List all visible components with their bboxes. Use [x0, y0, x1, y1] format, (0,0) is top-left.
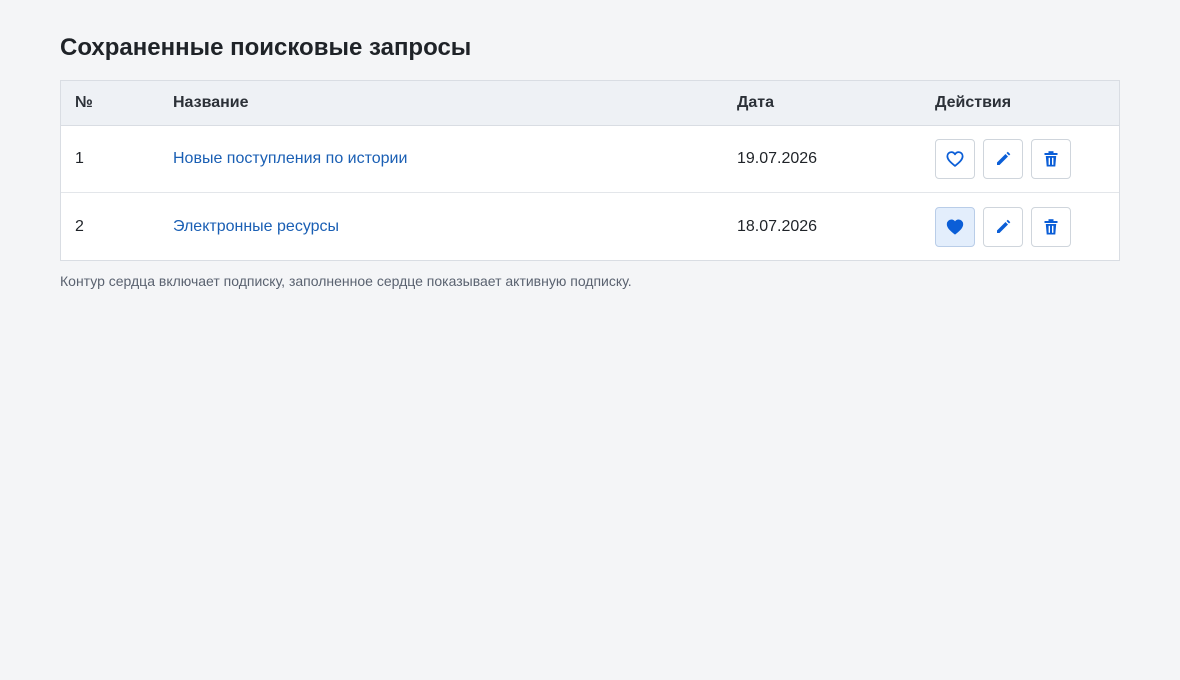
delete-button[interactable] — [1031, 206, 1071, 247]
table-row: 2 Электронные ресурсы 18.07.2026 — [61, 193, 1119, 260]
unsubscribe-button[interactable] — [935, 206, 975, 247]
edit-button[interactable] — [983, 206, 1023, 247]
saved-searches-page: Сохраненные поисковые запросы № Название… — [60, 32, 1120, 289]
heart-outline-icon — [946, 151, 964, 167]
trash-icon — [1044, 218, 1058, 234]
saved-search-link[interactable]: Электронные ресурсы — [173, 218, 339, 235]
trash-icon — [1044, 151, 1058, 167]
pencil-icon — [997, 151, 1011, 165]
heart-filled-icon — [946, 219, 964, 234]
row-date: 18.07.2026 — [737, 217, 818, 235]
pencil-icon — [997, 219, 1011, 233]
table-header: № Название Дата Действия — [61, 81, 1119, 126]
delete-button[interactable] — [1031, 139, 1071, 179]
page-title: Сохраненные поисковые запросы — [60, 34, 472, 61]
subscribe-button[interactable] — [935, 139, 975, 179]
row-actions — [935, 139, 1119, 179]
row-num: 2 — [75, 217, 84, 235]
table-row: 1 Новые поступления по истории 19.07.202… — [61, 126, 1119, 193]
header-name: Название — [173, 94, 249, 111]
header-num: № — [75, 94, 93, 111]
row-actions — [935, 206, 1119, 247]
saved-search-link[interactable]: Новые поступления по истории — [173, 150, 407, 167]
saved-searches-table: № Название Дата Действия 1 Новые поступл… — [60, 80, 1120, 261]
header-actions: Действия — [935, 94, 1012, 111]
subscription-hint: Контур сердца включает подписку, заполне… — [60, 273, 632, 289]
header-date: Дата — [737, 94, 775, 111]
row-date: 19.07.2026 — [737, 150, 818, 167]
edit-button[interactable] — [983, 139, 1023, 179]
row-num: 1 — [75, 150, 84, 167]
